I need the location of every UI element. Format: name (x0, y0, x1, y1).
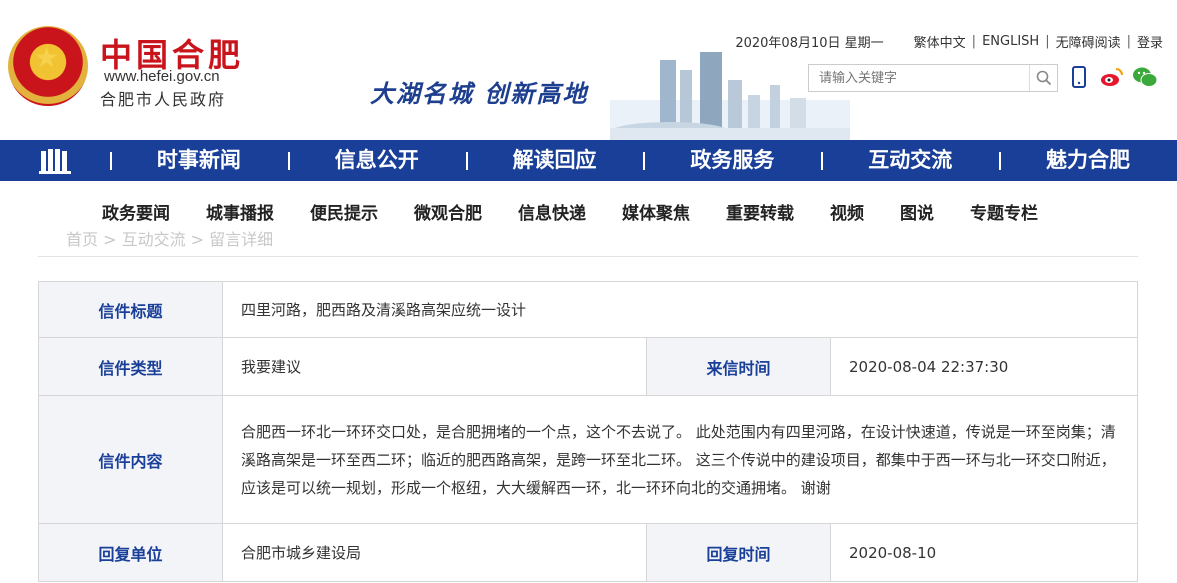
subnav-item[interactable]: 视频 (812, 202, 882, 226)
search-input[interactable] (809, 65, 1029, 91)
subnav-item[interactable]: 重要转载 (708, 202, 812, 226)
login-link[interactable]: 登录 (1137, 32, 1163, 51)
accessibility-link[interactable]: 无障碍阅读 (1056, 32, 1121, 51)
traditional-chinese-link[interactable]: 繁体中文 (914, 32, 966, 51)
home-building-icon (39, 148, 71, 174)
nav-current-news[interactable]: 时事新闻 (110, 140, 288, 181)
letter-time-label: 来信时间 (646, 337, 831, 396)
national-emblem-logo: ★ (8, 26, 88, 106)
nav-gov-services[interactable]: 政务服务 (643, 140, 821, 181)
letter-title-label: 信件标题 (38, 281, 223, 338)
current-date: 2020年08月10日 星期一 (735, 36, 884, 51)
subnav-item[interactable]: 信息快递 (500, 202, 604, 226)
subnav-item[interactable]: 便民提示 (292, 202, 396, 226)
breadcrumb[interactable]: 首页 > 互动交流 > 留言详细 (66, 226, 273, 250)
subnav-item[interactable]: 专题专栏 (952, 202, 1056, 226)
letter-content-label: 信件内容 (38, 395, 223, 524)
subnav-item[interactable]: 媒体聚焦 (604, 202, 708, 226)
reply-unit-value: 合肥市城乡建设局 (222, 523, 647, 582)
search-box (808, 64, 1058, 92)
search-button[interactable] (1029, 65, 1057, 91)
sub-navigation: 政务要闻 城事播报 便民提示 微观合肥 信息快递 媒体聚焦 重要转载 视频 图说… (84, 202, 1056, 226)
letter-time-value: 2020-08-04 22:37:30 (830, 337, 1138, 396)
separator: | (1126, 34, 1131, 49)
separator: | (1045, 34, 1050, 49)
letter-type-label: 信件类型 (38, 337, 223, 396)
site-government-name: 合肥市人民政府 (100, 90, 227, 109)
main-navigation: 时事新闻 信息公开 解读回应 政务服务 互动交流 魅力合肥 (0, 140, 1177, 181)
slogan: 大湖名城 创新高地 (370, 80, 589, 108)
weibo-icon[interactable] (1100, 66, 1123, 88)
english-link[interactable]: ENGLISH (982, 34, 1039, 49)
divider (38, 256, 1138, 257)
nav-interaction[interactable]: 互动交流 (821, 140, 999, 181)
reply-unit-label: 回复单位 (38, 523, 223, 582)
mobile-icon[interactable] (1068, 66, 1090, 88)
table-row: 回复单位 合肥市城乡建设局 回复时间 2020-08-10 (38, 523, 1138, 582)
letter-detail-table: 信件标题 四里河路，肥西路及清溪路高架应统一设计 信件类型 我要建议 来信时间 … (38, 281, 1138, 582)
nav-charming-hefei[interactable]: 魅力合肥 (999, 140, 1177, 181)
table-row: 信件类型 我要建议 来信时间 2020-08-04 22:37:30 (38, 337, 1138, 396)
reply-time-label: 回复时间 (646, 523, 831, 582)
nav-info-disclosure[interactable]: 信息公开 (287, 140, 466, 181)
search-icon (1036, 70, 1051, 86)
letter-title-value: 四里河路，肥西路及清溪路高架应统一设计 (222, 281, 1138, 338)
nav-interpretation[interactable]: 解读回应 (465, 140, 644, 181)
social-icons (1068, 66, 1158, 88)
table-row: 信件标题 四里河路，肥西路及清溪路高架应统一设计 (38, 281, 1138, 338)
home-button[interactable] (0, 140, 110, 181)
wechat-icon[interactable] (1132, 66, 1158, 88)
letter-content-value: 合肥西一环北一环环交口处，是合肥拥堵的一个点，这个不去说了。 此处范围内有四里河… (222, 395, 1138, 524)
table-row: 信件内容 合肥西一环北一环环交口处，是合肥拥堵的一个点，这个不去说了。 此处范围… (38, 395, 1138, 524)
letter-type-value: 我要建议 (222, 337, 647, 396)
subnav-item[interactable]: 微观合肥 (396, 202, 500, 226)
subnav-item[interactable]: 图说 (882, 202, 952, 226)
site-url: www.hefei.gov.cn (104, 68, 220, 85)
star-icon: ★ (34, 41, 60, 74)
subnav-item[interactable]: 城事播报 (188, 202, 292, 226)
separator: | (971, 34, 977, 49)
site-header: ★ 中国合肥 www.hefei.gov.cn 合肥市人民政府 大湖名城 创新高… (0, 0, 1177, 140)
reply-time-value: 2020-08-10 (830, 523, 1138, 582)
subnav-item[interactable]: 政务要闻 (84, 202, 188, 226)
top-utility-bar: 2020年08月10日 星期一 繁体中文 | ENGLISH | 无障碍阅读 |… (735, 32, 1163, 51)
